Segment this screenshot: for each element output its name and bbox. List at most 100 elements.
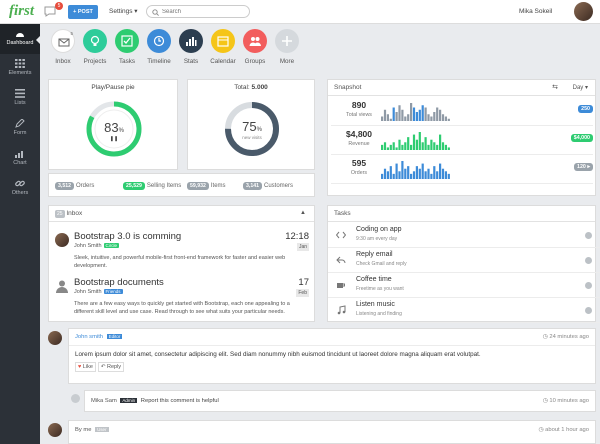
snapshot-row: 595 Orders 120 ▸ (331, 156, 593, 184)
task-toggle[interactable] (585, 232, 592, 239)
snapshot-title: Snapshot (334, 84, 362, 91)
sparkbar-chart (381, 103, 450, 121)
spark-bar (389, 166, 392, 179)
comment-3-avatar[interactable] (48, 423, 62, 437)
spark-bar (430, 173, 433, 179)
spark-bar (392, 142, 395, 150)
app-timeline[interactable]: Timeline (144, 29, 174, 65)
like-button[interactable]: ♥ Like (75, 362, 96, 372)
pie2-total: 5.000 (251, 84, 268, 91)
like-label: Like (82, 364, 93, 370)
refresh-icon[interactable]: ⇆ (552, 83, 558, 91)
spark-bar (392, 107, 395, 121)
comment-3-author[interactable]: By me (75, 427, 91, 433)
inbox-message[interactable]: Bootstrap 3.0 is comming John Smith Circle… (55, 231, 309, 275)
user-name[interactable]: Mika Sokeil (519, 8, 552, 15)
app-stats[interactable]: Stats (176, 29, 206, 65)
notifications-button[interactable]: 5 (44, 2, 63, 18)
tasks-panel: Tasks Coding on app 9:30 am every day Repl… (327, 205, 600, 323)
app-inbox[interactable]: 5 Inbox (48, 29, 78, 65)
spark-bar (398, 139, 401, 150)
lightbulb-icon (90, 35, 100, 46)
spark-bar (444, 171, 447, 179)
stats-icon (186, 37, 197, 46)
message-subject[interactable]: Bootstrap documents (74, 277, 164, 288)
pie2-value-number: 75 (242, 119, 257, 134)
spark-bar (389, 118, 392, 121)
task-item[interactable]: Reply email Check Gmail and reply (328, 248, 600, 273)
brand-logo[interactable]: first (9, 3, 34, 20)
app-more[interactable]: More (272, 29, 302, 65)
link-icon (15, 179, 25, 188)
spark-bar (412, 134, 416, 150)
pie1-unit: % (118, 128, 124, 134)
collapse-icon[interactable]: ▲ (300, 210, 306, 216)
task-item[interactable]: Listen music Listening and finding (328, 298, 600, 323)
grid-icon (15, 59, 25, 68)
settings-dropdown[interactable]: Settings ▾ (109, 7, 138, 15)
task-item[interactable]: Coffee time Freetime as you want (328, 273, 600, 298)
clock-icon (153, 35, 165, 47)
search-box (146, 5, 250, 18)
spark-bar (424, 137, 427, 150)
comment-3-time-text: about 1 hour ago (545, 427, 589, 433)
reply-label: Reply (106, 364, 122, 370)
comment-2-text: Report this comment is helpful (140, 398, 219, 404)
pause-icon[interactable]: ❚❚ (84, 136, 144, 142)
sidebar-item-others[interactable]: Others (0, 174, 40, 204)
app-projects[interactable]: Projects (80, 29, 110, 65)
spark-bar (447, 118, 450, 121)
inbox-message[interactable]: Bootstrap documents John Smith Friends Ther… (55, 277, 309, 321)
comment-author[interactable]: John smith (75, 334, 103, 340)
task-title: Coffee time (356, 276, 392, 283)
user-avatar[interactable] (574, 2, 593, 21)
sidebar-item-elements[interactable]: Elements (0, 54, 40, 84)
message-subject[interactable]: Bootstrap 3.0 is comming (74, 231, 181, 242)
spark-bar (439, 163, 442, 179)
task-toggle[interactable] (585, 307, 592, 314)
comment-2-avatar[interactable] (71, 394, 80, 403)
commenter-avatar[interactable] (48, 331, 62, 345)
sidebar-item-dashboard[interactable]: Dashboard (0, 24, 40, 54)
comment-2: Mika Sam Admin Report this comment is he… (48, 390, 596, 412)
reply-button[interactable]: ↶ Reply (97, 362, 125, 372)
snapshot-badge: 120 ▸ (574, 163, 593, 171)
stat-label: Customers (263, 183, 293, 189)
sidebar-item-lists[interactable]: Lists (0, 84, 40, 114)
spark-bar (421, 163, 424, 179)
app-label: Stats (183, 58, 199, 65)
app-calendar[interactable]: Calendar (208, 29, 238, 65)
summary-stats: 3,512 Orders 25,529 Selling Items 59,932 Item… (48, 173, 315, 197)
post-button[interactable]: + POST (68, 5, 98, 19)
message-time: 12:18 (285, 231, 309, 242)
spark-bar (433, 142, 436, 150)
bar-chart-icon (15, 149, 25, 158)
spark-bar (401, 109, 404, 121)
spark-bar (398, 105, 401, 121)
comment-1: John smith Editor ◷ 24 minutes ago Lorem… (48, 328, 596, 384)
range-dropdown[interactable]: Day ▾ (573, 84, 588, 91)
app-tasks[interactable]: Tasks (112, 29, 142, 65)
comment-time-text: 24 minutes ago (549, 334, 589, 340)
snapshot-row: 890 Total views 250 (331, 98, 593, 126)
comment-2-author[interactable]: Mika Sam (91, 398, 117, 404)
spark-bar (407, 166, 410, 179)
task-toggle[interactable] (585, 282, 592, 289)
spark-bar (421, 142, 424, 150)
task-item[interactable]: Coding on app 9:30 am every day (328, 223, 600, 248)
app-label: Groups (244, 58, 266, 65)
spark-bar (412, 171, 416, 179)
app-label: Inbox (55, 58, 71, 65)
spark-bar (427, 168, 430, 179)
stat-value: 3,512 (55, 182, 74, 190)
reply-icon: ↶ (100, 364, 106, 370)
spark-bar (430, 139, 433, 150)
spark-bar (430, 116, 433, 121)
pie1-title: Play/Pause pie (91, 84, 135, 91)
task-toggle[interactable] (585, 257, 592, 264)
sidebar-item-form[interactable]: Form (0, 114, 40, 144)
spark-bar (401, 161, 404, 179)
app-groups[interactable]: Groups (240, 29, 270, 65)
search-input[interactable] (162, 7, 242, 17)
sidebar-item-chart[interactable]: Chart (0, 144, 40, 174)
